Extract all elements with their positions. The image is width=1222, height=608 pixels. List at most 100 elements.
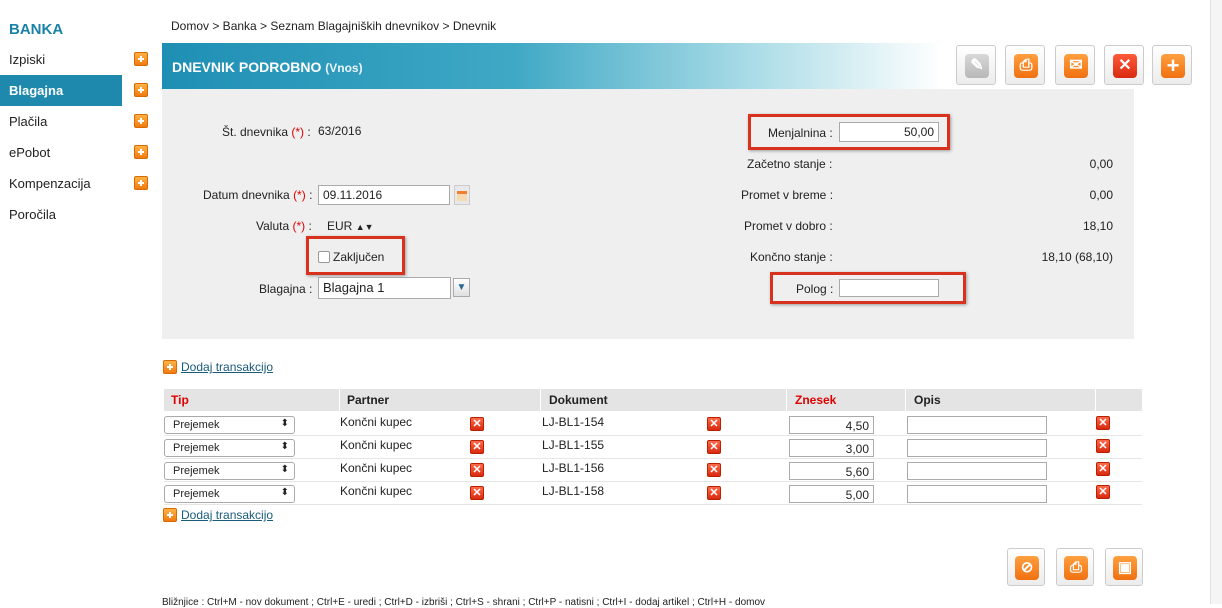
edit-icon: ✎ xyxy=(965,54,989,78)
column-divider xyxy=(905,389,906,411)
delete-row-icon[interactable]: ✕ xyxy=(1096,462,1110,476)
delete-icon: ✕ xyxy=(1113,54,1137,78)
sidebar-item-porocila[interactable]: Poročila xyxy=(0,199,150,230)
tip-select[interactable]: Prejemek ⬍ xyxy=(164,439,295,457)
partner-cell: Končni kupec xyxy=(340,438,413,452)
sidebar-item-epobot[interactable]: ePobot xyxy=(0,137,150,168)
znesek-field[interactable]: 4,50 xyxy=(789,416,874,434)
table-row: Prejemek ⬍ Končni kupec ✕ LJ-BL1-154 ✕ 4,… xyxy=(164,413,1142,436)
remove-dokument-icon[interactable]: ✕ xyxy=(707,486,721,500)
dokument-cell: LJ-BL1-156 xyxy=(542,461,605,475)
add-placila-icon[interactable] xyxy=(134,114,148,128)
breadcrumb[interactable]: Domov > Banka > Seznam Blagajniških dnev… xyxy=(171,19,496,33)
mail-icon: ✉ xyxy=(1064,54,1088,78)
dokument-cell: LJ-BL1-158 xyxy=(542,484,605,498)
edit-button[interactable]: ✎ xyxy=(956,45,996,85)
delete-row-icon[interactable]: ✕ xyxy=(1096,439,1110,453)
select-arrows-icon: ⬍ xyxy=(280,441,289,452)
add-kompenzacija-icon[interactable] xyxy=(134,176,148,190)
add-transaction-link[interactable]: Dodaj transakcijo xyxy=(181,508,273,522)
tip-select[interactable]: Prejemek ⬍ xyxy=(164,462,295,480)
remove-dokument-icon[interactable]: ✕ xyxy=(707,417,721,431)
add-button[interactable]: + xyxy=(1152,45,1192,85)
blagajna-label: Blagajna : xyxy=(259,282,313,296)
opis-field[interactable] xyxy=(907,416,1047,434)
remove-partner-icon[interactable]: ✕ xyxy=(470,463,484,477)
sidebar-item-label: Izpiski xyxy=(9,52,46,67)
remove-dokument-icon[interactable]: ✕ xyxy=(707,463,721,477)
delete-row-icon[interactable]: ✕ xyxy=(1096,485,1110,499)
remove-partner-icon[interactable]: ✕ xyxy=(470,417,484,431)
sidebar-item-kompenzacija[interactable]: Kompenzacija xyxy=(0,168,150,199)
table-row: Prejemek ⬍ Končni kupec ✕ LJ-BL1-156 ✕ 5,… xyxy=(164,459,1142,482)
sidebar-item-label: Poročila xyxy=(9,207,56,222)
remove-partner-icon[interactable]: ✕ xyxy=(470,440,484,454)
cancel-button[interactable]: ⊘ xyxy=(1007,548,1045,586)
mail-button[interactable]: ✉ xyxy=(1055,45,1095,85)
zakljucen-label: Zaključen xyxy=(333,250,385,264)
col-header-opis: Opis xyxy=(914,393,941,407)
page-header: DNEVNIK PODROBNO (Vnos) xyxy=(162,43,942,89)
select-arrows-icon: ⬍ xyxy=(280,464,289,475)
add-izpiski-icon[interactable] xyxy=(134,52,148,66)
remove-dokument-icon[interactable]: ✕ xyxy=(707,440,721,454)
menjalnina-field[interactable]: 50,00 xyxy=(839,122,939,142)
add-epobot-icon[interactable] xyxy=(134,145,148,159)
remove-partner-icon[interactable]: ✕ xyxy=(470,486,484,500)
partner-cell: Končni kupec xyxy=(340,484,413,498)
col-header-dokument: Dokument xyxy=(549,393,608,407)
tip-select[interactable]: Prejemek ⬍ xyxy=(164,485,295,503)
zacetno-label: Začetno stanje : xyxy=(747,157,833,171)
add-transaction-icon[interactable] xyxy=(163,360,177,374)
polog-label: Polog : xyxy=(796,282,834,296)
opis-field[interactable] xyxy=(907,439,1047,457)
add-blagajna-icon[interactable] xyxy=(134,83,148,97)
st-dnevnika-value: 63/2016 xyxy=(318,124,362,138)
delete-button[interactable]: ✕ xyxy=(1104,45,1144,85)
add-transaction-icon[interactable] xyxy=(163,508,177,522)
valuta-select[interactable]: EUR ▲▼ xyxy=(327,219,374,233)
keyboard-shortcuts: Bližnjice : Ctrl+M - nov dokument ; Ctrl… xyxy=(162,597,766,608)
column-divider xyxy=(339,389,340,411)
zakljucen-checkbox[interactable] xyxy=(318,251,330,263)
valuta-label: Valuta (*) : xyxy=(256,219,312,233)
print-button[interactable]: ⎙ xyxy=(1005,45,1045,85)
page-title: DNEVNIK PODROBNO (Vnos) xyxy=(172,59,363,75)
select-arrows-icon: ⬍ xyxy=(280,487,289,498)
opis-field[interactable] xyxy=(907,462,1047,480)
koncno-label: Končno stanje : xyxy=(750,250,833,264)
delete-row-icon[interactable]: ✕ xyxy=(1096,416,1110,430)
znesek-field[interactable]: 5,60 xyxy=(789,462,874,480)
datum-label: Datum dnevnika (*) : xyxy=(203,188,313,202)
opis-field[interactable] xyxy=(907,485,1047,503)
datum-field[interactable]: 09.11.2016 xyxy=(318,185,450,205)
col-header-partner: Partner xyxy=(347,393,390,407)
table-row: Prejemek ⬍ Končni kupec ✕ LJ-BL1-158 ✕ 5,… xyxy=(164,482,1142,505)
page-subtitle: (Vnos) xyxy=(325,61,363,75)
add-transaction-link[interactable]: Dodaj transakcijo xyxy=(181,360,273,374)
breme-label: Promet v breme : xyxy=(741,188,834,202)
column-divider xyxy=(1095,389,1096,411)
calendar-icon[interactable] xyxy=(454,185,470,205)
tip-select[interactable]: Prejemek ⬍ xyxy=(164,416,295,434)
sidebar-item-izpiski[interactable]: Izpiski xyxy=(0,44,150,75)
save-icon: ▣ xyxy=(1113,556,1137,580)
znesek-field[interactable]: 5,00 xyxy=(789,485,874,503)
save-button[interactable]: ▣ xyxy=(1105,548,1143,586)
sidebar-item-blagajna[interactable]: Blagajna xyxy=(0,75,122,106)
chevron-down-icon[interactable]: ▼ xyxy=(453,278,470,297)
sidebar-item-label: Kompenzacija xyxy=(9,176,91,191)
menjalnina-label: Menjalnina : xyxy=(768,126,833,140)
blagajna-select[interactable]: Blagajna 1 xyxy=(318,277,451,299)
polog-field[interactable] xyxy=(839,279,939,297)
column-divider xyxy=(786,389,787,411)
cancel-icon: ⊘ xyxy=(1015,556,1039,580)
column-divider xyxy=(540,389,541,411)
partner-cell: Končni kupec xyxy=(340,461,413,475)
znesek-field[interactable]: 3,00 xyxy=(789,439,874,457)
dobro-value: 18,10 xyxy=(1082,219,1113,233)
scrollbar[interactable] xyxy=(1210,0,1222,604)
sidebar-item-placila[interactable]: Plačila xyxy=(0,106,150,137)
sidebar-item-label: Plačila xyxy=(9,114,48,129)
print-bottom-button[interactable]: ⎙ xyxy=(1056,548,1094,586)
